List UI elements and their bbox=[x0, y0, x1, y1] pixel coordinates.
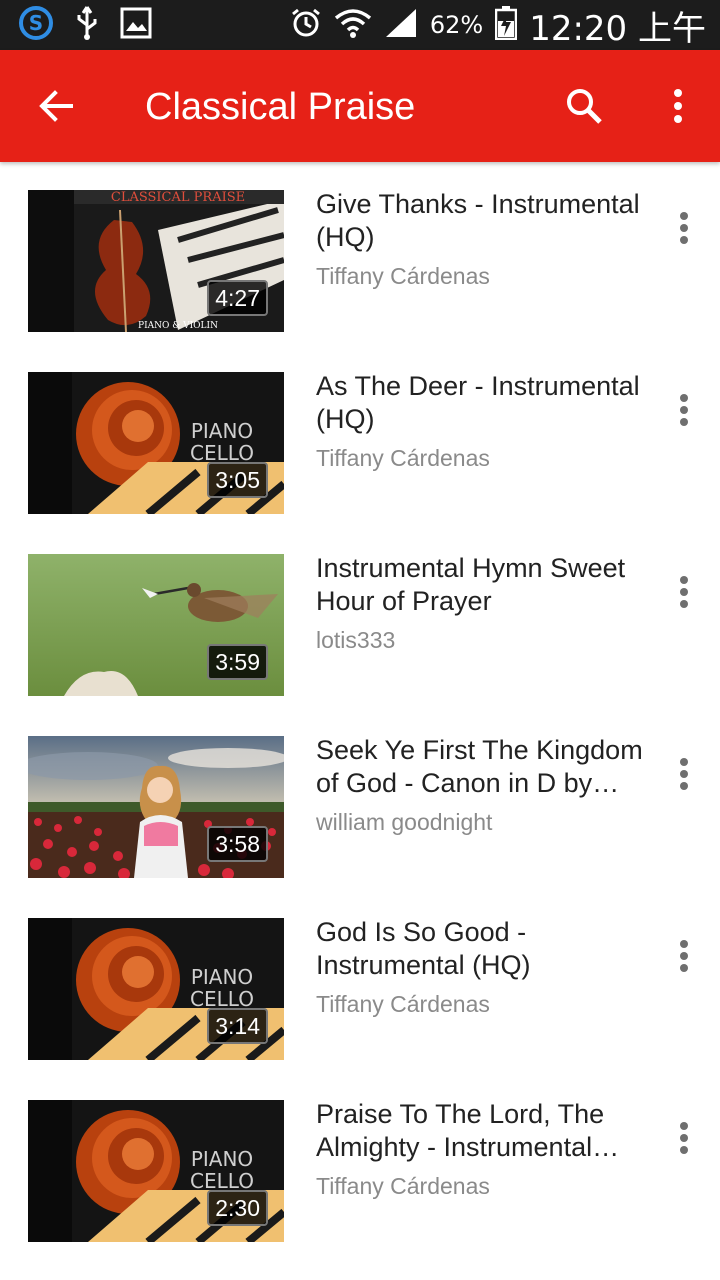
video-duration: 3:59 bbox=[207, 644, 268, 680]
video-title[interactable]: Seek Ye First The Kingdom of God - Canon… bbox=[316, 734, 656, 800]
video-row[interactable]: PIANO CELLO 3:14 God Is So Good - Instru… bbox=[0, 890, 720, 1072]
back-button[interactable] bbox=[28, 78, 84, 134]
video-duration: 3:05 bbox=[207, 462, 268, 498]
video-channel: Tiffany Cárdenas bbox=[316, 1173, 490, 1199]
video-row[interactable]: 3:58 Seek Ye First The Kingdom of God - … bbox=[0, 708, 720, 890]
video-row[interactable]: PIANO CELLO 2:30 Praise To The Lord, The… bbox=[0, 1072, 720, 1254]
video-thumbnail[interactable]: 3:58 bbox=[28, 736, 284, 878]
usb-icon bbox=[74, 5, 100, 46]
thumbnail-cover-text: PIANO bbox=[191, 1147, 253, 1171]
battery-icon bbox=[494, 5, 518, 45]
video-title[interactable]: Instrumental Hymn Sweet Hour of Prayer bbox=[316, 552, 656, 618]
video-channel: Tiffany Cárdenas bbox=[316, 263, 490, 289]
back-arrow-icon bbox=[39, 90, 73, 122]
video-menu-button[interactable] bbox=[664, 560, 704, 624]
video-duration: 2:30 bbox=[207, 1190, 268, 1226]
thumbnail-cover-text: PIANO bbox=[191, 419, 253, 443]
video-title[interactable]: Give Thanks - Instrumental (HQ) bbox=[316, 188, 656, 254]
video-row[interactable]: 3:59 Instrumental Hymn Sweet Hour of Pra… bbox=[0, 526, 720, 708]
wifi-icon bbox=[334, 7, 372, 44]
more-vert-icon bbox=[680, 576, 688, 608]
signal-icon bbox=[384, 7, 418, 44]
overflow-menu-button[interactable] bbox=[650, 78, 706, 134]
more-vert-icon bbox=[680, 940, 688, 972]
video-title[interactable]: Praise To The Lord, The Almighty - Instr… bbox=[316, 1098, 656, 1164]
more-vert-icon bbox=[680, 1122, 688, 1154]
video-channel: william goodnight bbox=[316, 809, 493, 835]
video-row[interactable]: PIANO CELLO 3:05 As The Deer - Instrumen… bbox=[0, 344, 720, 526]
video-row[interactable]: CLASSICAL PRAISE PIANO & VIOLIN 4:27 Giv… bbox=[0, 162, 720, 344]
svg-text:S: S bbox=[29, 11, 43, 35]
gallery-icon bbox=[120, 7, 152, 44]
clock: 12:20 上午 bbox=[529, 8, 706, 49]
video-menu-button[interactable] bbox=[664, 924, 704, 988]
more-vert-icon bbox=[680, 394, 688, 426]
search-icon bbox=[567, 89, 602, 124]
video-title[interactable]: God Is So Good - Instrumental (HQ) bbox=[316, 916, 656, 982]
status-bar: S 62% 12:20 上午 bbox=[0, 0, 720, 50]
video-duration: 3:58 bbox=[207, 826, 268, 862]
video-thumbnail[interactable]: PIANO CELLO 3:14 bbox=[28, 918, 284, 1060]
more-vert-icon bbox=[680, 758, 688, 790]
video-channel: Tiffany Cárdenas bbox=[316, 445, 490, 471]
video-thumbnail[interactable]: PIANO CELLO 3:05 bbox=[28, 372, 284, 514]
video-thumbnail[interactable]: PIANO CELLO 2:30 bbox=[28, 1100, 284, 1242]
video-thumbnail[interactable]: 3:59 bbox=[28, 554, 284, 696]
app-bar: Classical Praise bbox=[0, 50, 720, 162]
page-title: Classical Praise bbox=[145, 86, 416, 128]
thumbnail-cover-text: PIANO bbox=[191, 965, 253, 989]
thumbnail-cover-subtext: PIANO & VIOLIN bbox=[138, 321, 218, 331]
more-vert-icon bbox=[680, 212, 688, 244]
video-thumbnail[interactable]: CLASSICAL PRAISE PIANO & VIOLIN 4:27 bbox=[28, 190, 284, 332]
video-menu-button[interactable] bbox=[664, 742, 704, 806]
alarm-icon bbox=[290, 7, 322, 44]
video-duration: 4:27 bbox=[207, 280, 268, 316]
skype-icon: S bbox=[18, 5, 54, 46]
video-menu-button[interactable] bbox=[664, 196, 704, 260]
video-channel: Tiffany Cárdenas bbox=[316, 991, 490, 1017]
video-menu-button[interactable] bbox=[664, 1106, 704, 1170]
video-duration: 3:14 bbox=[207, 1008, 268, 1044]
battery-percent: 62% bbox=[429, 11, 484, 39]
video-title[interactable]: As The Deer - Instrumental (HQ) bbox=[316, 370, 656, 436]
search-button[interactable] bbox=[556, 78, 612, 134]
video-channel: lotis333 bbox=[316, 627, 396, 653]
thumbnail-cover-text: CLASSICAL PRAISE bbox=[111, 190, 245, 205]
video-menu-button[interactable] bbox=[664, 378, 704, 442]
more-vert-icon bbox=[674, 89, 682, 123]
